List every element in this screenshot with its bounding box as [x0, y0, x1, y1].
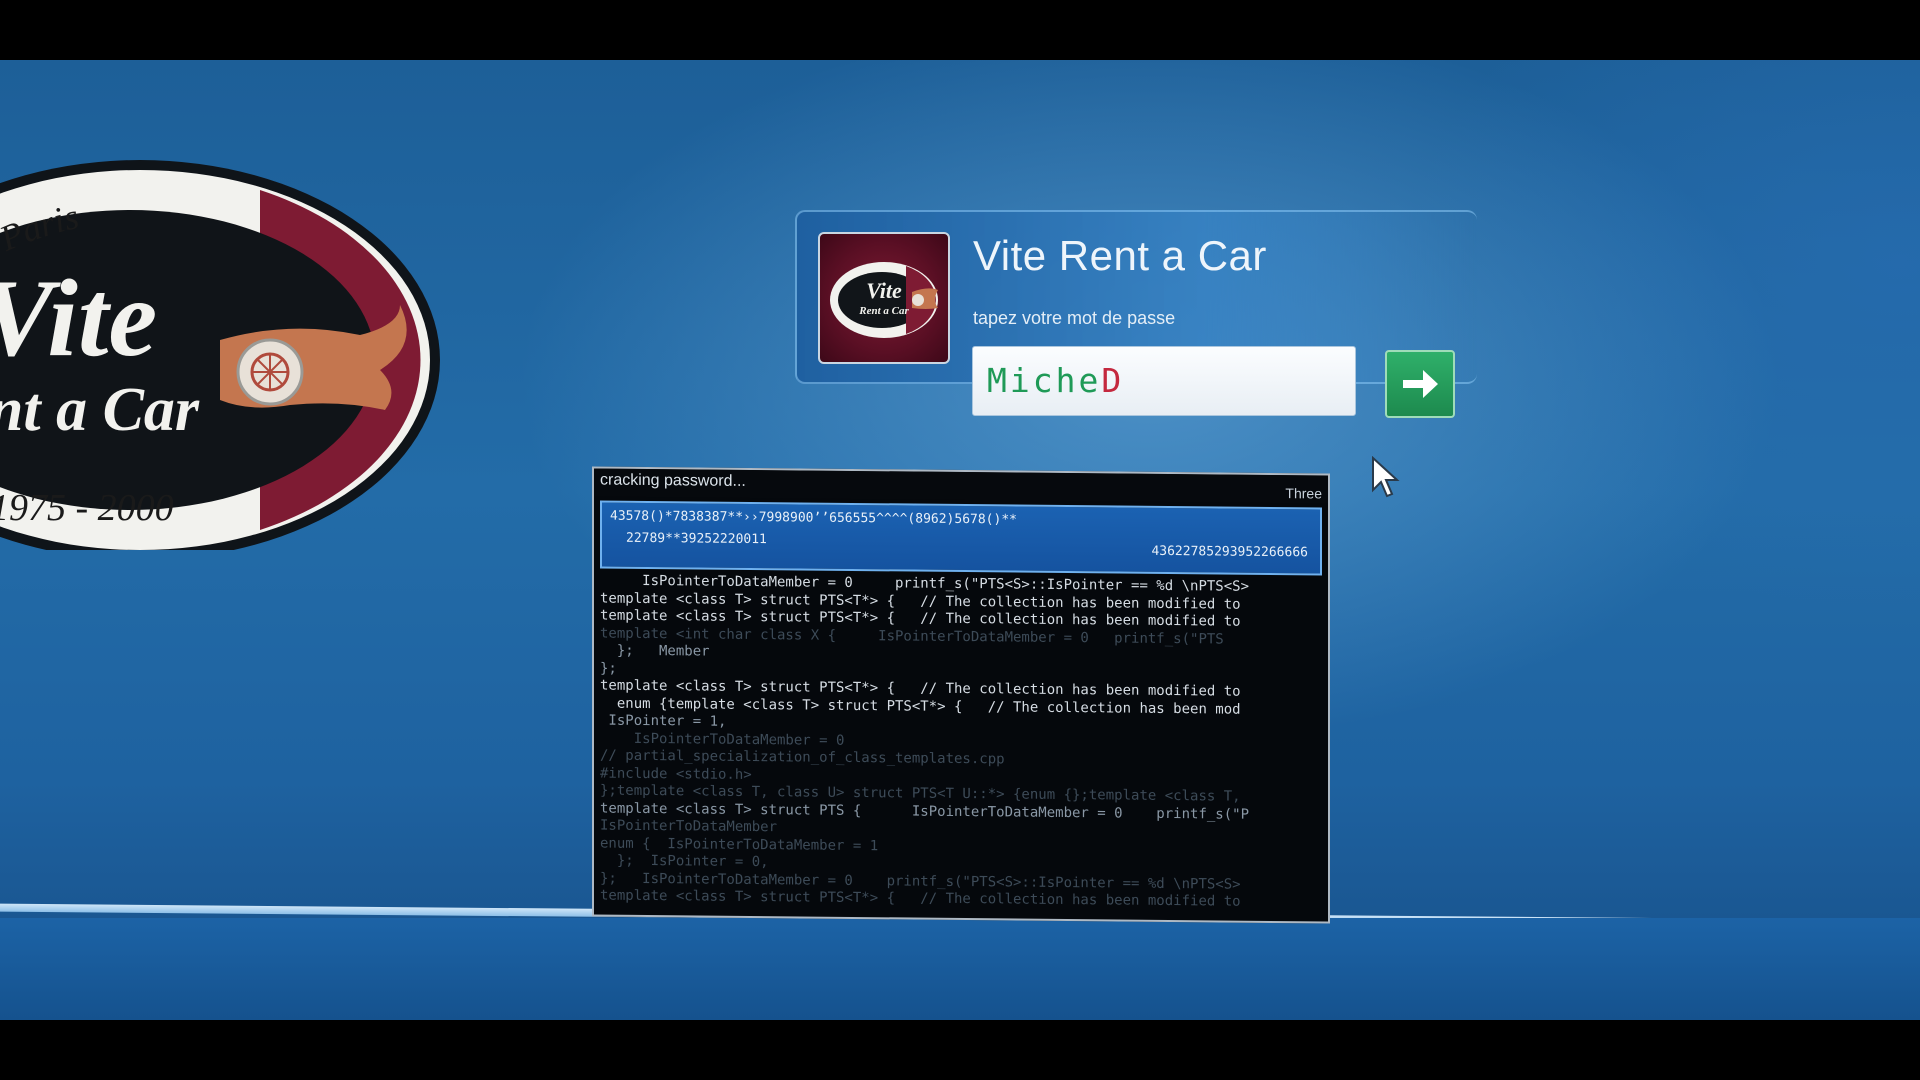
code-scroll-area: IsPointerToDataMember = 0 printf_s("PTS<… — [600, 573, 1324, 920]
mouse-cursor-icon — [1372, 456, 1400, 498]
code-line: IsPointerToDataMember — [600, 817, 778, 836]
big-logo-word2: Rent a Car — [0, 376, 200, 444]
code-line: IsPointer = 1, — [600, 712, 727, 730]
code-line: }; IsPointer = 0, — [600, 852, 769, 871]
vite-big-logo: France - Paris Vite Rent a Car 1975 - 20… — [0, 160, 440, 550]
cracker-title: cracking password... — [600, 471, 746, 490]
cracker-titlebar: cracking password... Three — [594, 468, 1328, 504]
cracker-output-panel: 43578()*7838387**››7998900’’656555^^^^(8… — [600, 500, 1322, 576]
cracker-output-line: 43578()*7838387**››7998900’’656555^^^^(8… — [610, 508, 1017, 528]
arrow-right-icon — [1403, 370, 1438, 398]
cracker-output-line: 43622785293952266666 — [1151, 543, 1308, 561]
code-line: #include <stdio.h> — [600, 765, 752, 783]
submit-button[interactable] — [1385, 350, 1455, 418]
code-line: }; — [600, 660, 617, 677]
vite-small-logo: Vite Rent a Car — [818, 232, 950, 364]
code-line: enum { IsPointerToDataMember = 1 — [600, 835, 879, 854]
password-prompt: tapez votre mot de passe — [973, 308, 1176, 328]
password-cracker-window: cracking password... Three 43578()*78383… — [592, 466, 1330, 924]
cracker-mode: Three — [1285, 485, 1322, 502]
password-input[interactable]: MicheD — [972, 346, 1356, 416]
code-line: }; Member — [600, 642, 710, 660]
code-line: // partial_specialization_of_class_templ… — [600, 747, 1005, 768]
login-title: Vite Rent a Car — [973, 232, 1267, 279]
password-cracking-char: D — [1101, 361, 1125, 400]
small-logo-word2: Rent a Car — [858, 305, 909, 317]
cracker-output-line: 22789**39252220011 — [626, 530, 767, 548]
footer-band — [0, 918, 1920, 1020]
password-value: Miche — [987, 361, 1102, 400]
small-logo-word1: Vite — [866, 278, 902, 303]
big-logo-word1: Vite — [0, 257, 157, 379]
letterbox-bottom — [0, 1020, 1920, 1080]
big-logo-years: 1975 - 2000 — [0, 487, 174, 529]
letterbox-top — [0, 0, 1920, 60]
code-line: IsPointerToDataMember = 0 — [600, 730, 845, 749]
